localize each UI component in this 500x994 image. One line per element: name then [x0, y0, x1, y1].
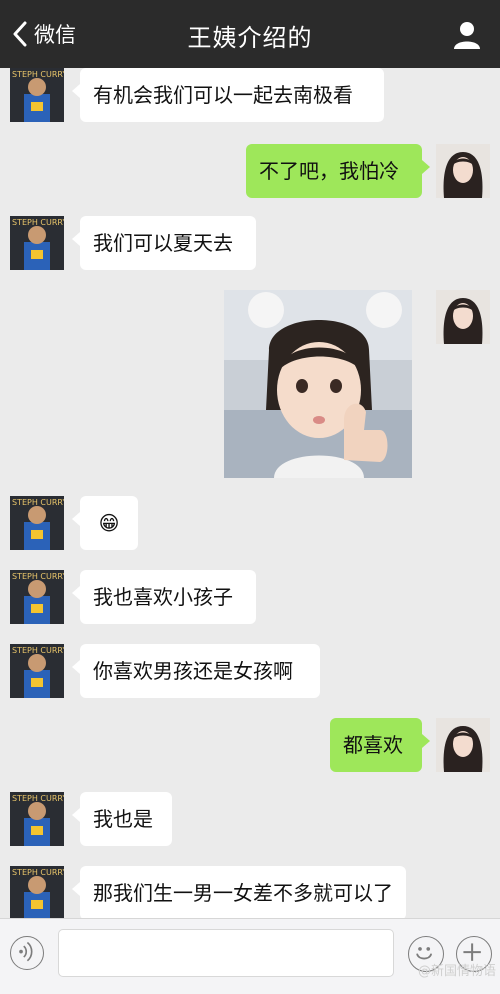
my-avatar[interactable]: [436, 718, 490, 772]
message-bubble-sent[interactable]: 都喜欢: [330, 718, 430, 772]
photo-message[interactable]: [224, 290, 412, 478]
voice-icon: [19, 941, 33, 962]
navigation-bar: 微信 王姨介绍的: [0, 0, 500, 68]
contact-avatar[interactable]: STEPH CURRY: [10, 496, 64, 550]
input-bar: [0, 918, 500, 994]
child-thumbs-up-image: [224, 290, 412, 478]
contact-avatar[interactable]: STEPH CURRY: [10, 644, 64, 698]
my-avatar[interactable]: [436, 144, 490, 198]
chat-title: 王姨介绍的: [187, 24, 313, 52]
jersey-text: STEPH CURRY: [12, 794, 64, 803]
jersey-text: STEPH CURRY: [12, 218, 64, 227]
message-bubble-received[interactable]: 我也是: [72, 792, 172, 846]
contact-avatar[interactable]: STEPH CURRY: [10, 570, 64, 624]
voice-button[interactable]: [10, 936, 44, 970]
profile-button[interactable]: [452, 20, 482, 50]
jersey-text: STEPH CURRY: [12, 70, 64, 79]
message-bubble-sent[interactable]: 不了吧，我怕冷: [246, 144, 430, 198]
watermark: @新国情物语: [418, 960, 496, 979]
jersey-text: STEPH CURRY: [12, 498, 64, 507]
message-bubble-received[interactable]: 我们可以夏天去: [72, 216, 256, 270]
jersey-text: STEPH CURRY: [12, 868, 64, 877]
message-bubble-received[interactable]: 有机会我们可以一起去南极看: [72, 68, 384, 122]
message-bubble-received[interactable]: 那我们生一男一女差不多就可以了: [72, 866, 406, 918]
message-bubble-emoji[interactable]: 😁: [72, 496, 138, 550]
jersey-text: STEPH CURRY: [12, 646, 64, 655]
contact-avatar[interactable]: STEPH CURRY: [10, 792, 64, 846]
person-icon: [454, 22, 480, 49]
contact-avatar[interactable]: STEPH CURRY: [10, 866, 64, 918]
contact-avatar[interactable]: STEPH CURRY: [10, 68, 64, 122]
my-avatar[interactable]: [436, 290, 490, 344]
contact-avatar[interactable]: STEPH CURRY: [10, 216, 64, 270]
message-list[interactable]: STEPH CURRY 有机会我们可以一起去南极看 不了吧，我怕冷 STEPH …: [0, 68, 500, 918]
message-input[interactable]: [58, 929, 394, 977]
jersey-text: STEPH CURRY: [12, 572, 64, 581]
message-bubble-received[interactable]: 你喜欢男孩还是女孩啊: [72, 644, 320, 698]
watermark-text: @新国情物语: [417, 964, 496, 979]
message-bubble-received[interactable]: 我也喜欢小孩子: [72, 570, 256, 624]
